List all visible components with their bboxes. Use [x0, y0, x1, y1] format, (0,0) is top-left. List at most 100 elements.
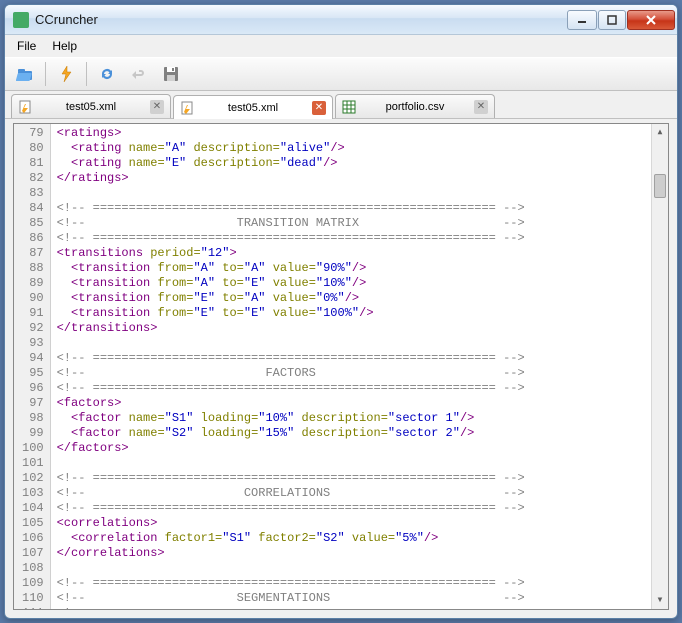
- line-number: 102: [22, 471, 44, 486]
- line-number: 91: [22, 306, 44, 321]
- line-number: 110: [22, 591, 44, 606]
- code-line: <ratings>: [57, 126, 651, 141]
- titlebar[interactable]: CCruncher: [5, 5, 677, 35]
- code-line: <correlations>: [57, 516, 651, 531]
- code-line: <!-- FACTORS -->: [57, 366, 651, 381]
- code-line: <transition from="A" to="E" value="10%"/…: [57, 276, 651, 291]
- line-number: 100: [22, 441, 44, 456]
- code-line: <!-- ===================================…: [57, 471, 651, 486]
- code-line: <transition from="E" to="A" value="0%"/>: [57, 291, 651, 306]
- tabbar: test05.xml ✕ test05.xml ✕ portfolio.csv ✕: [5, 91, 677, 119]
- line-number: 99: [22, 426, 44, 441]
- code-line: <factor name="S1" loading="10%" descript…: [57, 411, 651, 426]
- refresh-icon: [98, 65, 116, 83]
- open-button[interactable]: [11, 60, 39, 88]
- code-view[interactable]: <ratings> <rating name="A" description="…: [51, 124, 651, 609]
- maximize-button[interactable]: [598, 10, 626, 30]
- tab-close-button[interactable]: ✕: [312, 101, 326, 115]
- code-line: <!-- ===================================…: [57, 201, 651, 216]
- line-number: 95: [22, 366, 44, 381]
- line-number: 92: [22, 321, 44, 336]
- tab-label: test05.xml: [200, 102, 306, 114]
- code-line: <!-- TRANSITION MATRIX -->: [57, 216, 651, 231]
- code-line: </ratings>: [57, 171, 651, 186]
- line-number: 101: [22, 456, 44, 471]
- menu-help[interactable]: Help: [44, 36, 85, 56]
- editor-area: 7980818283848586878889909192939495969798…: [13, 123, 669, 610]
- code-line: <!-- ===================================…: [57, 606, 651, 609]
- scroll-down-icon[interactable]: ▾: [652, 592, 668, 609]
- code-line: <factor name="S2" loading="15%" descript…: [57, 426, 651, 441]
- toolbar: [5, 57, 677, 91]
- code-line: <factors>: [57, 396, 651, 411]
- line-number: 86: [22, 231, 44, 246]
- xml-file-icon: [18, 100, 32, 114]
- line-number: 83: [22, 186, 44, 201]
- code-line: </factors>: [57, 441, 651, 456]
- vertical-scrollbar[interactable]: ▴ ▾: [651, 124, 668, 609]
- line-number: 80: [22, 141, 44, 156]
- line-number: 93: [22, 336, 44, 351]
- code-line: <rating name="A" description="alive"/>: [57, 141, 651, 156]
- line-number: 104: [22, 501, 44, 516]
- code-line: </transitions>: [57, 321, 651, 336]
- tab-portfolio-csv[interactable]: portfolio.csv ✕: [335, 94, 495, 118]
- menu-file[interactable]: File: [9, 36, 44, 56]
- code-line: <correlation factor1="S1" factor2="S2" v…: [57, 531, 651, 546]
- toolbar-separator: [45, 62, 46, 86]
- tab-label: test05.xml: [38, 101, 144, 113]
- line-number: 94: [22, 351, 44, 366]
- tab-close-button[interactable]: ✕: [474, 100, 488, 114]
- line-number: 87: [22, 246, 44, 261]
- tab-test05-xml[interactable]: test05.xml ✕: [173, 95, 333, 119]
- code-line: <!-- ===================================…: [57, 501, 651, 516]
- code-line: [57, 186, 651, 201]
- code-line: <!-- ===================================…: [57, 381, 651, 396]
- menubar: File Help: [5, 35, 677, 57]
- code-line: <transition from="E" to="E" value="100%"…: [57, 306, 651, 321]
- line-number: 84: [22, 201, 44, 216]
- line-number: 82: [22, 171, 44, 186]
- line-number: 85: [22, 216, 44, 231]
- close-icon: [645, 14, 657, 26]
- line-number: 111: [22, 606, 44, 609]
- line-number: 107: [22, 546, 44, 561]
- line-number: 97: [22, 396, 44, 411]
- code-line: <!-- CORRELATIONS -->: [57, 486, 651, 501]
- maximize-icon: [607, 15, 617, 25]
- line-number: 103: [22, 486, 44, 501]
- code-line: [57, 336, 651, 351]
- window-title: CCruncher: [35, 12, 567, 27]
- scroll-thumb[interactable]: [654, 174, 666, 198]
- line-number: 108: [22, 561, 44, 576]
- undo-icon: [130, 65, 148, 83]
- line-gutter: 7980818283848586878889909192939495969798…: [14, 124, 51, 609]
- save-button[interactable]: [157, 60, 185, 88]
- code-line: <!-- ===================================…: [57, 351, 651, 366]
- code-line: <transitions period="12">: [57, 246, 651, 261]
- tab-test05-xml[interactable]: test05.xml ✕: [11, 94, 171, 118]
- tab-label: portfolio.csv: [362, 101, 468, 113]
- code-line: <!-- ===================================…: [57, 576, 651, 591]
- minimize-button[interactable]: [567, 10, 597, 30]
- code-line: [57, 456, 651, 471]
- save-icon: [162, 65, 180, 83]
- close-button[interactable]: [627, 10, 675, 30]
- undo-button[interactable]: [125, 60, 153, 88]
- scroll-up-icon[interactable]: ▴: [652, 124, 668, 141]
- line-number: 96: [22, 381, 44, 396]
- minimize-icon: [577, 15, 587, 25]
- run-button[interactable]: [52, 60, 80, 88]
- line-number: 105: [22, 516, 44, 531]
- line-number: 81: [22, 156, 44, 171]
- refresh-button[interactable]: [93, 60, 121, 88]
- tab-close-button[interactable]: ✕: [150, 100, 164, 114]
- line-number: 90: [22, 291, 44, 306]
- csv-file-icon: [342, 100, 356, 114]
- code-line: <!-- SEGMENTATIONS -->: [57, 591, 651, 606]
- code-line: </correlations>: [57, 546, 651, 561]
- line-number: 79: [22, 126, 44, 141]
- line-number: 98: [22, 411, 44, 426]
- line-number: 109: [22, 576, 44, 591]
- app-icon: [13, 12, 29, 28]
